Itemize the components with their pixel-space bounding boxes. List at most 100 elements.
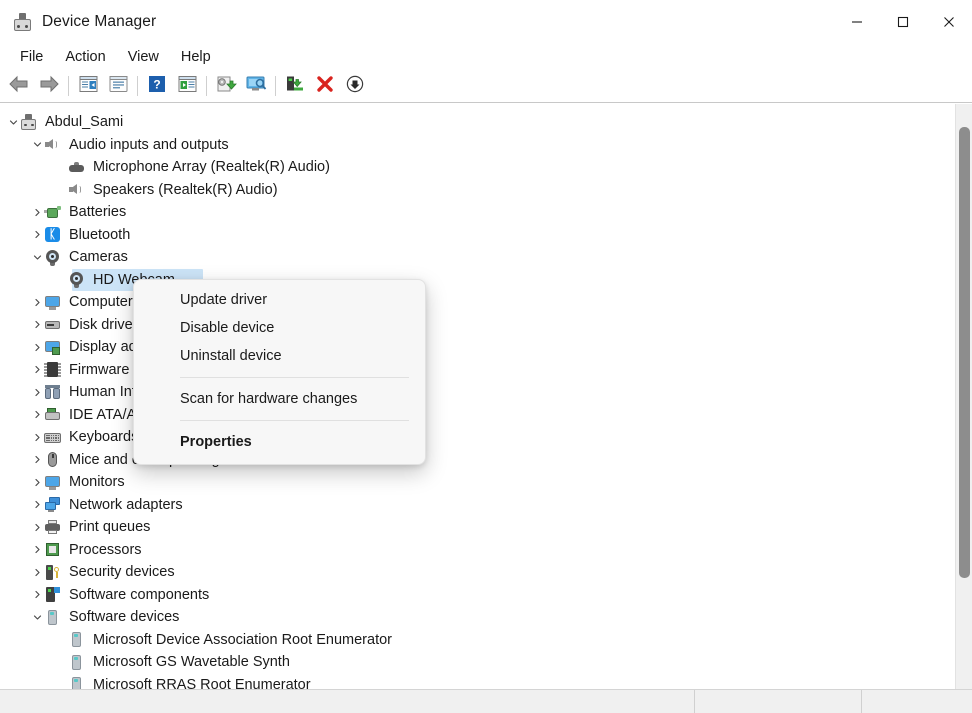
tree-item-label: Security devices bbox=[69, 564, 175, 580]
tree-item-label: Audio inputs and outputs bbox=[69, 136, 229, 153]
software-device-icon bbox=[68, 631, 85, 648]
back-button[interactable] bbox=[4, 72, 34, 100]
tree-item-label: Monitors bbox=[69, 474, 125, 490]
expander-collapsed-icon[interactable] bbox=[31, 296, 44, 309]
expander-collapsed-icon[interactable] bbox=[31, 341, 44, 354]
show-hide-console-tree-button[interactable] bbox=[73, 72, 103, 100]
tree-item-cameras[interactable]: Cameras bbox=[0, 246, 946, 269]
battery-icon bbox=[44, 204, 61, 221]
tree-item-label: Firmware bbox=[69, 361, 130, 378]
tree-item-microsoft-rras-root-enumerator[interactable]: Microsoft RRAS Root Enumerator bbox=[0, 674, 946, 689]
status-bar bbox=[0, 689, 972, 713]
tree-item-print-queues[interactable]: Print queues bbox=[0, 516, 946, 539]
tree-item-label: Abdul_Sami bbox=[45, 114, 124, 130]
tree-item-monitors[interactable]: Monitors bbox=[0, 471, 946, 494]
expander-expanded-icon[interactable] bbox=[31, 138, 44, 151]
status-cell-2 bbox=[695, 690, 862, 713]
expander-collapsed-icon[interactable] bbox=[31, 476, 44, 489]
camera-icon bbox=[68, 271, 85, 289]
toolbar: ? bbox=[0, 70, 972, 103]
help-question-icon: ? bbox=[148, 75, 166, 98]
menu-bar: File Action View Help bbox=[0, 44, 972, 70]
tree-item-label: Print queues bbox=[69, 519, 151, 535]
ide-controller-icon bbox=[44, 406, 61, 423]
vertical-scrollbar[interactable] bbox=[955, 104, 972, 689]
maximize-button[interactable] bbox=[880, 0, 926, 44]
properties-button[interactable] bbox=[103, 72, 133, 100]
tree-item-label: Speakers (Realtek(R) Audio) bbox=[93, 181, 278, 198]
vertical-scrollbar-thumb[interactable] bbox=[959, 127, 970, 578]
tree-item-software-components[interactable]: Software components bbox=[0, 584, 946, 607]
menu-file[interactable]: File bbox=[9, 47, 54, 67]
toolbar-separator-4 bbox=[275, 76, 276, 96]
tree-item-microsoft-gs-wavetable-synth[interactable]: Microsoft GS Wavetable Synth bbox=[0, 651, 946, 674]
uninstall-device-button[interactable] bbox=[310, 72, 340, 100]
red-x-icon bbox=[316, 75, 334, 98]
enable-device-button[interactable] bbox=[280, 72, 310, 100]
tree-item-security-devices[interactable]: Security devices bbox=[0, 561, 946, 584]
expander-collapsed-icon[interactable] bbox=[31, 431, 44, 444]
scan-for-hardware-changes-button[interactable] bbox=[241, 72, 271, 100]
expander-collapsed-icon[interactable] bbox=[31, 363, 44, 376]
tree-item-label: Bluetooth bbox=[69, 226, 131, 243]
context-menu-item-disable-device[interactable]: Disable device bbox=[134, 314, 425, 342]
show-hide-action-pane-button[interactable] bbox=[172, 72, 202, 100]
title-bar: Device Manager bbox=[0, 0, 972, 44]
help-button[interactable]: ? bbox=[142, 72, 172, 100]
firmware-chip-icon bbox=[44, 361, 61, 378]
tree-item-microphone-array-realtek-r-audio[interactable]: Microphone Array (Realtek(R) Audio) bbox=[0, 156, 946, 179]
device-context-menu[interactable]: Update driver Disable device Uninstall dev… bbox=[133, 279, 426, 465]
context-menu-item-scan-for-hardware-changes[interactable]: Scan for hardware changes bbox=[134, 385, 425, 413]
forward-button[interactable] bbox=[34, 72, 64, 100]
close-button[interactable] bbox=[926, 0, 972, 44]
expander-collapsed-icon[interactable] bbox=[31, 206, 44, 219]
tree-item-label: Cameras bbox=[69, 249, 128, 265]
expander-collapsed-icon[interactable] bbox=[31, 588, 44, 601]
minimize-button[interactable] bbox=[834, 0, 880, 44]
tree-item-software-devices[interactable]: Software devices bbox=[0, 606, 946, 629]
tree-item-label: Network adapters bbox=[69, 496, 183, 513]
menu-help[interactable]: Help bbox=[170, 47, 222, 67]
device-manager-window: Device Manager File Action View Help ? A… bbox=[0, 0, 972, 713]
expander-expanded-icon[interactable] bbox=[7, 116, 20, 129]
context-menu-item-update-driver[interactable]: Update driver bbox=[134, 286, 425, 314]
expander-expanded-icon[interactable] bbox=[31, 251, 44, 264]
update-driver-button[interactable] bbox=[211, 72, 241, 100]
tree-item-audio-inputs-and-outputs[interactable]: Audio inputs and outputs bbox=[0, 134, 946, 157]
expander-collapsed-icon[interactable] bbox=[31, 318, 44, 331]
expander-expanded-icon[interactable] bbox=[31, 611, 44, 624]
tree-item-network-adapters[interactable]: Network adapters bbox=[0, 494, 946, 517]
expander-collapsed-icon[interactable] bbox=[31, 543, 44, 556]
context-menu-separator bbox=[180, 377, 409, 378]
tree-item-bluetooth[interactable]: ᛕ Bluetooth bbox=[0, 224, 946, 247]
menu-action[interactable]: Action bbox=[54, 47, 116, 67]
tree-item-speakers-realtek-r-audio[interactable]: Speakers (Realtek(R) Audio) bbox=[0, 179, 946, 202]
tree-item-label: Computer bbox=[69, 294, 133, 310]
window-title: Device Manager bbox=[42, 13, 157, 30]
expander-collapsed-icon[interactable] bbox=[31, 521, 44, 534]
expander-collapsed-icon[interactable] bbox=[31, 566, 44, 579]
software-component-icon bbox=[44, 586, 61, 603]
context-menu-separator bbox=[180, 420, 409, 421]
expander-collapsed-icon[interactable] bbox=[31, 453, 44, 466]
context-menu-item-uninstall-device[interactable]: Uninstall device bbox=[134, 342, 425, 370]
expander-collapsed-icon[interactable] bbox=[31, 408, 44, 421]
keyboard-icon bbox=[44, 429, 61, 446]
monitor-icon bbox=[44, 294, 61, 311]
tree-item-microsoft-device-association-root-enumerator[interactable]: Microsoft Device Association Root Enumer… bbox=[0, 629, 946, 652]
context-menu-item-properties[interactable]: Properties bbox=[134, 428, 425, 456]
tree-item-label: Software components bbox=[69, 586, 210, 603]
down-arrow-circle-icon bbox=[346, 75, 364, 98]
tree-item-batteries[interactable]: Batteries bbox=[0, 201, 946, 224]
expander-collapsed-icon[interactable] bbox=[31, 386, 44, 399]
monitor-icon bbox=[44, 474, 61, 491]
disk-drive-icon bbox=[44, 316, 61, 333]
enable-device-icon bbox=[285, 75, 305, 98]
tree-item-processors[interactable]: Processors bbox=[0, 539, 946, 562]
expander-collapsed-icon[interactable] bbox=[31, 498, 44, 511]
expander-collapsed-icon[interactable] bbox=[31, 228, 44, 241]
disable-device-button[interactable] bbox=[340, 72, 370, 100]
tree-item-abdul-sami[interactable]: Abdul_Sami bbox=[0, 111, 946, 134]
menu-view[interactable]: View bbox=[117, 47, 170, 67]
svg-text:?: ? bbox=[153, 77, 160, 91]
